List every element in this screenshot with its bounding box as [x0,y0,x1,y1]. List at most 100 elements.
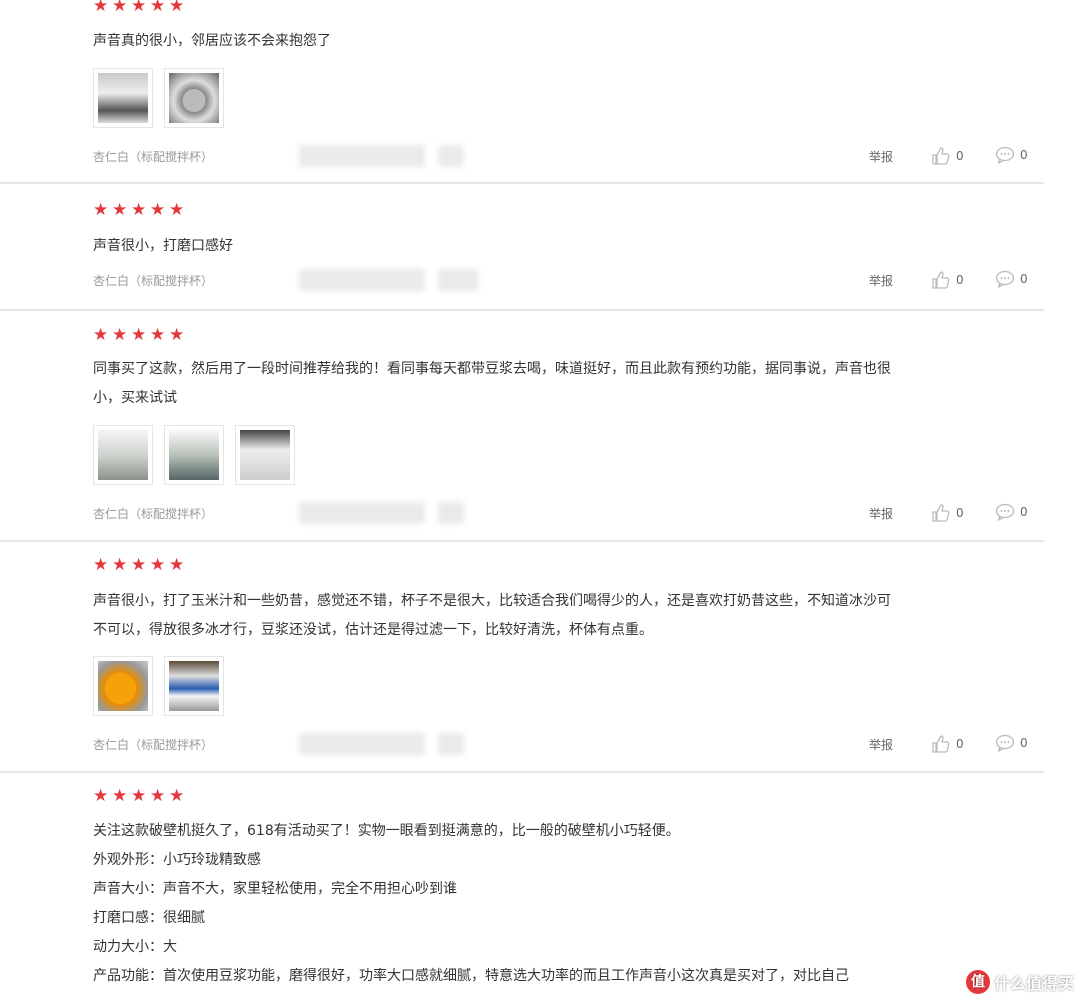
review-meta: 杏仁白（标配搅拌杯） 举报 0 0 [93,269,1028,291]
star-icon: ★ [131,325,147,345]
review-photo-image [98,73,148,123]
blurred-date [438,269,478,291]
review-text-line: 声音真的很小，邻居应该不会来抱怨了 [93,33,331,49]
review-photo-image [169,430,219,480]
review-photos [93,68,224,128]
comment-count: 0 [1020,736,1028,750]
report-link[interactable]: 举报 [869,272,893,289]
review-photo-thumbnail[interactable] [93,68,153,128]
review-item: ★ ★ ★ ★ ★ 声音真的很小，邻居应该不会来抱怨了 杏仁白（标配搅拌杯） 举报 0 0 [0,0,1044,184]
comment-button[interactable]: 0 [995,503,1028,521]
product-variant: 杏仁白（标配搅拌杯） [93,507,214,521]
review-meta: 杏仁白（标配搅拌杯） 举报 0 0 [93,733,1028,755]
star-icon: ★ [150,200,166,220]
comment-count: 0 [1020,505,1028,519]
blurred-date [438,145,464,167]
blurred-username [299,145,425,167]
review-text-line: 小，买来试试 [93,390,177,406]
review-photo-thumbnail[interactable] [93,425,153,485]
star-icon: ★ [150,786,166,806]
review-text-line: 声音很小，打磨口感好 [93,238,233,254]
blurred-username [299,269,425,291]
comment-button[interactable]: 0 [995,734,1028,752]
star-icon: ★ [169,0,185,16]
star-icon: ★ [150,0,166,16]
review-item: ★ ★ ★ ★ ★ 关注这款破壁机挺久了，618有活动买了！实物一眼看到挺满意的，比一般的… [0,771,1044,1004]
thumbs-up-icon [931,503,951,523]
speech-bubble-icon [995,146,1015,164]
product-variant: 杏仁白（标配搅拌杯） [93,738,214,752]
blurred-date [438,733,464,755]
star-icon: ★ [93,0,109,16]
like-count: 0 [956,149,964,163]
thumbs-up-icon [931,270,951,290]
star-rating: ★ ★ ★ ★ ★ [93,557,186,575]
review-text-line: 不可以，得放很多冰才行，豆浆还没试，估计还是得过滤一下，比较好清洗，杯体有点重。 [93,622,653,638]
review-text-line: 同事买了这款，然后用了一段时间推荐给我的！看同事每天都带豆浆去喝，味道挺好，而且… [93,361,891,377]
star-icon: ★ [131,555,147,575]
review-photo-image [169,73,219,123]
review-photos [93,656,224,716]
site-logo-icon: 值 [965,970,990,994]
review-meta: 杏仁白（标配搅拌杯） 举报 0 0 [93,145,1028,167]
star-rating: ★ ★ ★ ★ ★ [93,327,186,345]
review-photo-image [98,661,148,711]
review-photo-image [240,430,290,480]
star-icon: ★ [150,325,166,345]
review-photo-thumbnail[interactable] [93,656,153,716]
star-icon: ★ [150,555,166,575]
star-rating: ★ ★ ★ ★ ★ [93,202,186,220]
review-text-line: 动力大小：大 [93,939,177,955]
like-button[interactable]: 0 [931,146,964,166]
review-photo-thumbnail[interactable] [164,68,224,128]
review-text-line: 关注这款破壁机挺久了，618有活动买了！实物一眼看到挺满意的，比一般的破壁机小巧… [93,823,680,839]
speech-bubble-icon [995,270,1015,288]
blurred-username [299,502,425,524]
comment-count: 0 [1020,148,1028,162]
star-icon: ★ [169,786,185,806]
comment-button[interactable]: 0 [995,270,1028,288]
review-meta: 杏仁白（标配搅拌杯） 举报 0 0 [93,502,1028,524]
like-count: 0 [956,273,964,287]
review-text-line: 声音很小，打了玉米汁和一些奶昔，感觉还不错，杯子不是很大，比较适合我们喝得少的人… [93,593,891,609]
star-rating: ★ ★ ★ ★ ★ [93,0,186,16]
star-icon: ★ [131,0,147,16]
review-text: 关注这款破壁机挺久了，618有活动买了！实物一眼看到挺满意的，比一般的破壁机小巧… [93,817,1024,991]
star-icon: ★ [93,200,109,220]
review-photo-thumbnail[interactable] [164,656,224,716]
review-photo-image [169,661,219,711]
review-text: 声音真的很小，邻居应该不会来抱怨了 [93,27,1024,56]
comment-count: 0 [1020,272,1028,286]
star-rating: ★ ★ ★ ★ ★ [93,788,186,806]
like-button[interactable]: 0 [931,270,964,290]
review-text: 声音很小，打了玉米汁和一些奶昔，感觉还不错，杯子不是很大，比较适合我们喝得少的人… [93,587,1024,645]
review-photo-thumbnail[interactable] [164,425,224,485]
report-link[interactable]: 举报 [869,148,893,165]
star-icon: ★ [131,200,147,220]
review-text-line: 外观外形：小巧玲珑精致感 [93,852,261,868]
speech-bubble-icon [995,734,1015,752]
review-photo-thumbnail[interactable] [235,425,295,485]
report-link[interactable]: 举报 [869,736,893,753]
like-button[interactable]: 0 [931,503,964,523]
product-variant: 杏仁白（标配搅拌杯） [93,150,214,164]
blurred-date [438,502,464,524]
comment-button[interactable]: 0 [995,146,1028,164]
star-icon: ★ [169,325,185,345]
product-variant: 杏仁白（标配搅拌杯） [93,274,214,288]
star-icon: ★ [93,786,109,806]
like-button[interactable]: 0 [931,734,964,754]
star-icon: ★ [93,555,109,575]
review-text-line: 声音大小：声音不大，家里轻松使用，完全不用担心吵到谁 [93,881,457,897]
report-link[interactable]: 举报 [869,505,893,522]
review-text: 同事买了这款，然后用了一段时间推荐给我的！看同事每天都带豆浆去喝，味道挺好，而且… [93,355,1024,413]
review-photos [93,425,295,485]
like-count: 0 [956,506,964,520]
speech-bubble-icon [995,503,1015,521]
review-item: ★ ★ ★ ★ ★ 声音很小，打了玉米汁和一些奶昔，感觉还不错，杯子不是很大，比较适合我们… [0,540,1044,773]
star-icon: ★ [112,0,128,16]
thumbs-up-icon [931,734,951,754]
star-icon: ★ [112,200,128,220]
star-icon: ★ [169,200,185,220]
thumbs-up-icon [931,146,951,166]
